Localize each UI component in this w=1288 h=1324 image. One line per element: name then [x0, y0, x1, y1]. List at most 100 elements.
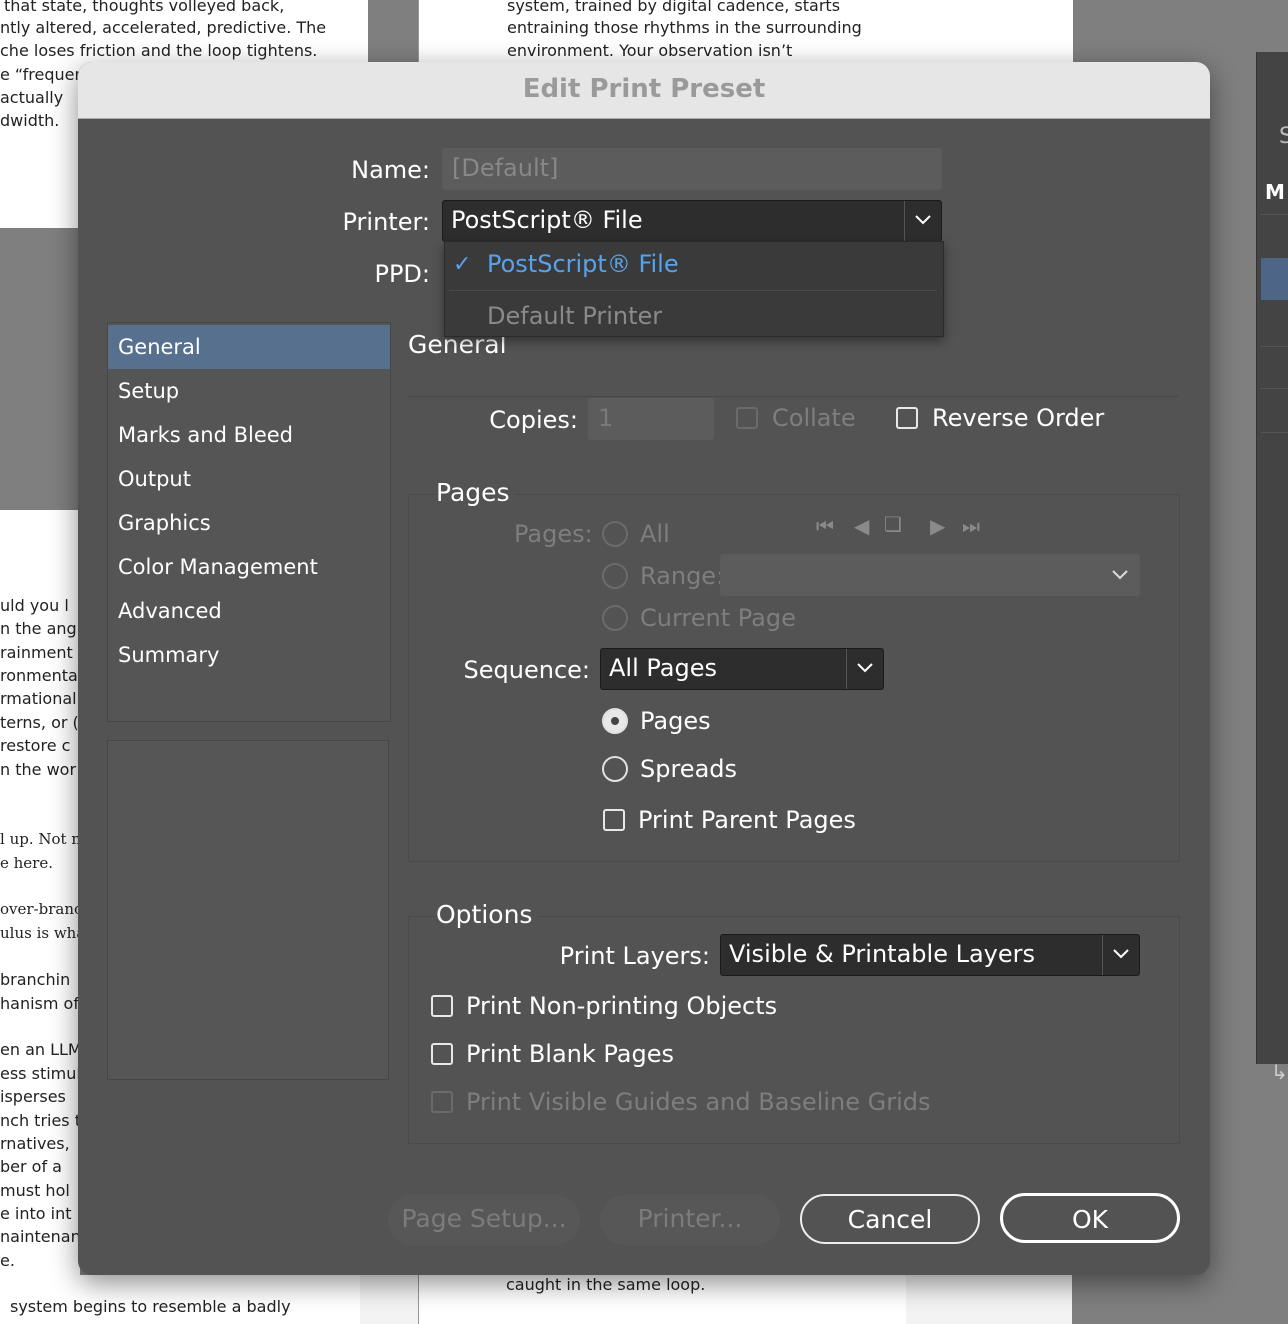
all-pages-radio[interactable] [602, 521, 628, 547]
sidebar-item-output[interactable]: Output [108, 457, 390, 501]
sidebar-item-advanced[interactable]: Advanced [108, 589, 390, 633]
bg-text-line: dwidth. [0, 111, 60, 130]
bg-text-line: ess stimul [0, 1064, 80, 1083]
bg-text-line: rmational [0, 689, 77, 708]
name-label: Name: [351, 156, 430, 184]
divider [408, 396, 1178, 397]
bg-text-line: ronmental [0, 666, 80, 685]
bg-text-line: nch tries t [0, 1111, 80, 1130]
background-page-bottom-strip: system begins to resemble a badly caught… [0, 1275, 1072, 1324]
all-pages-label: All [640, 520, 670, 548]
print-layers-label: Print Layers: [559, 942, 710, 970]
sidebar-item-graphics[interactable]: Graphics [108, 501, 390, 545]
bg-text-line: e “frequen [0, 65, 85, 84]
options-group-title: Options [436, 900, 539, 929]
page-divider [906, 1275, 1072, 1324]
chevron-down-icon[interactable] [846, 649, 883, 689]
sidebar-item-summary[interactable]: Summary [108, 633, 390, 677]
chevron-down-icon[interactable] [1112, 570, 1128, 580]
bg-text-line: terns, or ( [0, 713, 79, 732]
print-non-printing-objects-checkbox[interactable] [431, 995, 453, 1017]
name-field[interactable]: [Default] [442, 148, 942, 190]
sequence-label: Sequence: [463, 656, 590, 684]
divider [1261, 346, 1288, 347]
collate-label: Collate [772, 404, 856, 432]
bg-text-line: restore c [0, 736, 71, 755]
range-radio[interactable] [602, 563, 628, 589]
bg-text-line: ber of a [0, 1157, 62, 1176]
spreads-radio[interactable] [602, 756, 628, 782]
pages-radio-label: Pages [640, 707, 711, 735]
printer-dropdown-value: PostScript® File [451, 206, 643, 234]
right-panel: S M ↳ [1256, 52, 1288, 1084]
ppd-label: PPD: [374, 260, 430, 288]
printer-button[interactable]: Printer... [600, 1195, 780, 1245]
background-page-left-bottom: uld you l n the ang rainment a ronmental… [0, 510, 80, 1324]
print-blank-pages-checkbox[interactable] [431, 1043, 453, 1065]
cancel-button[interactable]: Cancel [800, 1194, 980, 1244]
panel-tab-label: S [1279, 124, 1288, 149]
bg-text-line: n the wor [0, 760, 77, 779]
current-page-radio[interactable] [602, 605, 628, 631]
chevron-down-icon[interactable] [904, 201, 941, 241]
bg-text-line: en an LLM [0, 1040, 80, 1059]
pages-label: Pages: [514, 520, 593, 548]
bg-text-line: che loses friction and the loop tightens… [0, 41, 318, 60]
page-divider [360, 1275, 419, 1324]
copies-label: Copies: [489, 406, 578, 434]
sidebar-item-general[interactable]: General [108, 325, 390, 369]
print-layers-dropdown[interactable]: Visible & Printable Layers [720, 934, 1140, 976]
bg-text-line: branchin [0, 970, 71, 989]
sidebar-item-color-management[interactable]: Color Management [108, 545, 390, 589]
collate-checkbox[interactable] [736, 407, 758, 429]
first-page-icon: ⏮ [816, 514, 834, 538]
menu-item-default-printer[interactable]: Default Printer [487, 302, 662, 330]
divider [449, 290, 937, 291]
panel-tab-label[interactable]: M [1265, 180, 1285, 204]
sequence-dropdown[interactable]: All Pages [600, 648, 884, 690]
print-guides-checkbox[interactable] [431, 1091, 453, 1113]
divider [1261, 388, 1288, 389]
page-preview-pane [107, 740, 389, 1080]
dialog-title: Edit Print Preset [78, 62, 1210, 119]
printer-dropdown[interactable]: PostScript® File [442, 200, 942, 242]
range-combobox[interactable] [720, 554, 1140, 596]
reverse-order-label: Reverse Order [932, 404, 1105, 432]
printer-label: Printer: [342, 208, 430, 236]
bg-text-line: must hol [0, 1181, 70, 1200]
menu-item-postscript-file[interactable]: PostScript® File [487, 250, 679, 278]
print-parent-pages-label: Print Parent Pages [638, 806, 856, 834]
bg-text-line: system, trained by digital cadence, star… [507, 0, 841, 15]
sequence-dropdown-value: All Pages [609, 654, 717, 682]
bg-text-line: entraining those rhythms in the surround… [507, 18, 862, 37]
bg-text-line: e here. [0, 854, 53, 872]
bg-text-line: isperses [0, 1087, 66, 1106]
bg-text-line: over-branch [0, 900, 80, 918]
bg-text-line: caught in the same loop. [506, 1275, 706, 1294]
sidebar-item-setup[interactable]: Setup [108, 369, 390, 413]
pages-group-title: Pages [436, 478, 516, 507]
ok-button[interactable]: OK [1000, 1193, 1180, 1243]
print-parent-pages-checkbox[interactable] [603, 809, 625, 831]
checkmark-icon: ✓ [453, 252, 472, 277]
sidebar-item-marks-and-bleed[interactable]: Marks and Bleed [108, 413, 390, 457]
bg-text-line: l up. Not m [0, 830, 80, 848]
bg-text-line: system begins to resemble a badly [10, 1297, 291, 1316]
spread-pages-icon: ❏ [884, 512, 902, 536]
divider [1261, 214, 1288, 215]
print-layers-dropdown-value: Visible & Printable Layers [729, 940, 1035, 968]
edit-print-preset-dialog: Edit Print Preset Name: [Default] Printe… [78, 62, 1210, 1275]
bg-text-line: ulus is what [0, 924, 80, 942]
chevron-down-icon[interactable] [1102, 935, 1139, 975]
pages-radio[interactable] [602, 708, 628, 734]
printer-dropdown-menu: ✓ PostScript® File Default Printer [444, 241, 944, 337]
divider [1261, 432, 1288, 433]
reverse-order-checkbox[interactable] [896, 407, 918, 429]
page-setup-button[interactable]: Page Setup... [388, 1195, 580, 1245]
bg-text-line: ntly altered, accelerated, predictive. T… [0, 18, 327, 37]
copies-field[interactable]: 1 [588, 398, 714, 440]
bg-text-line: rainment a [0, 643, 80, 662]
panel-menu-icon[interactable]: ↳ [1271, 1060, 1288, 1084]
panel-selected-row[interactable] [1261, 258, 1288, 300]
range-label: Range: [640, 562, 725, 590]
